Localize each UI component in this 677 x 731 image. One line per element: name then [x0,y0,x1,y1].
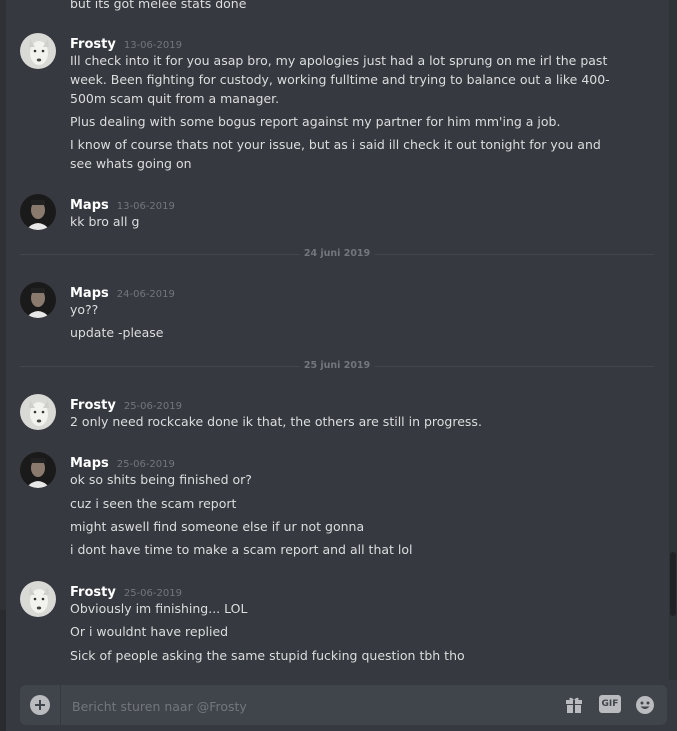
author-name[interactable]: Maps [70,286,109,301]
avatar-maps[interactable] [20,452,56,488]
message-text: Plus dealing with some bogus report agai… [70,114,561,129]
date-divider: 24 juni 2019 [20,248,654,260]
composer-separator [60,685,61,725]
divider-date: 24 juni 2019 [299,248,375,260]
message-text: Obviously im finishing... LOL [70,601,248,616]
partial-message-line: but its got melee stats done [70,0,247,11]
message-timestamp: 13-06-2019 [123,40,182,51]
message-text: i dont have time to make a scam report a… [70,542,413,557]
message-group-frosty: Frosty 25-06-2019 2 only need rockcake do… [20,394,654,434]
message-header: Frosty 25-06-2019 [70,394,182,413]
message-text: I know of course thats not your issue, b… [70,137,605,171]
author-name[interactable]: Maps [70,198,109,213]
avatar-frosty[interactable] [20,581,56,617]
message-text: kk bro all g [70,214,140,229]
message-timestamp: 25-06-2019 [116,459,175,470]
message-text: 2 only need rockcake done ik that, the o… [70,414,482,429]
message-group-frosty: Frosty 13-06-2019 Ill check into it for y… [20,33,654,173]
message-timestamp: 13-06-2019 [116,201,175,212]
scrollbar-track[interactable] [669,0,677,680]
message-text: Ill check into it for you asap bro, my a… [70,53,612,106]
message-timestamp: 25-06-2019 [123,401,182,412]
message-header: Maps 24-06-2019 [70,282,175,301]
message-composer: GIF [20,685,667,725]
avatar-frosty[interactable] [20,394,56,430]
avatar-maps[interactable] [20,194,56,230]
message-text: Or i wouldnt have replied [70,624,229,639]
message-timestamp: 25-06-2019 [123,588,182,599]
message-list: but its got melee stats done Frosty 13-06… [0,0,668,680]
emoji-icon[interactable] [635,695,655,715]
author-name[interactable]: Frosty [70,585,116,600]
avatar-frosty[interactable] [20,33,56,69]
divider-date: 25 juni 2019 [299,360,375,372]
message-text: yo?? [70,302,99,317]
message-header: Maps 25-06-2019 [70,452,175,471]
message-input[interactable] [70,694,544,718]
message-header: Frosty 25-06-2019 [70,581,182,600]
message-header: Frosty 13-06-2019 [70,33,182,52]
message-group-maps: Maps 24-06-2019 yo?? update -please [20,282,654,346]
scrollbar-thumb[interactable] [670,552,676,616]
message-group-maps: Maps 13-06-2019 kk bro all g [20,194,654,234]
gif-icon[interactable]: GIF [599,695,621,713]
message-header: Maps 13-06-2019 [70,194,175,213]
message-timestamp: 24-06-2019 [116,289,175,300]
message-group-frosty: Frosty 25-06-2019 Obviously im finishing.… [20,581,654,671]
author-name[interactable]: Maps [70,456,109,471]
date-divider: 25 juni 2019 [20,360,654,372]
author-name[interactable]: Frosty [70,37,116,52]
avatar-maps[interactable] [20,282,56,318]
message-text: cuz i seen the scam report [70,496,237,511]
message-group-maps: Maps 25-06-2019 ok so shits being finishe… [20,452,654,562]
message-text: Sick of people asking the same stupid fu… [70,648,465,663]
plus-circle-icon[interactable] [30,695,50,715]
gift-icon[interactable] [565,696,583,714]
message-text: might aswell find someone else if ur not… [70,519,365,534]
author-name[interactable]: Frosty [70,398,116,413]
message-text: ok so shits being finished or? [70,472,252,487]
message-text: update -please [70,325,164,340]
